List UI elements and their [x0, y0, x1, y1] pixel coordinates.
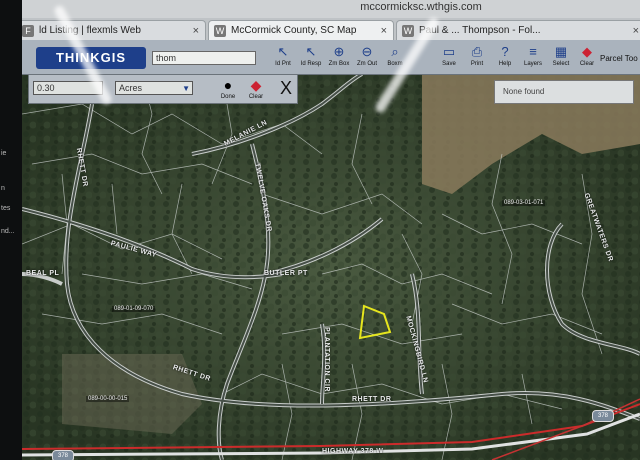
- buffer-clear-button[interactable]: ◆ Clear: [243, 77, 269, 103]
- layers-button[interactable]: ≡ Layers: [520, 44, 546, 72]
- search-input[interactable]: thom: [152, 51, 256, 65]
- w-icon: W: [402, 25, 414, 37]
- zoom-in-icon: ⊕: [333, 44, 345, 59]
- zoom-box-icon: ⌕: [391, 44, 399, 59]
- sidebar-fragment: tes: [1, 205, 11, 212]
- save-icon: ▭: [442, 44, 456, 59]
- parcel-tool-label[interactable]: Parcel Too: [600, 54, 640, 63]
- map-view[interactable]: MELANIE LN RHETT DR PAULIE WAY BEAL PL T…: [22, 72, 640, 460]
- road-label: RHETT DR: [352, 396, 392, 403]
- tab-flexmls[interactable]: F ld Listing | flexmls Web ×: [22, 20, 206, 40]
- zoom-box-button[interactable]: ⊕ Zm Box: [326, 44, 352, 72]
- done-circle-icon: ●: [223, 77, 233, 93]
- aerial-map[interactable]: [22, 72, 640, 460]
- close-icon[interactable]: X: [277, 77, 295, 99]
- close-tab-icon[interactable]: ×: [633, 21, 639, 40]
- road-label: BEAL PL: [26, 270, 60, 277]
- close-tab-icon[interactable]: ×: [381, 21, 387, 40]
- zoom-out-button[interactable]: ⊖ Zm Out: [354, 44, 380, 72]
- pointer-info-icon: ↖: [305, 44, 317, 59]
- flexmls-icon: F: [22, 25, 34, 37]
- parcel-id-label: 089-01-09-070: [112, 306, 156, 312]
- chevron-down-icon: ▼: [182, 84, 190, 93]
- done-button[interactable]: ● Done: [215, 77, 241, 103]
- road-label: PLANTATION CIR: [323, 326, 331, 393]
- parcel-result-box: None found: [494, 80, 634, 104]
- parcel-id-label: 089-00-00-015: [86, 396, 130, 402]
- sidebar-fragment: n: [1, 185, 5, 192]
- w-icon: W: [214, 25, 226, 37]
- eraser-icon: ◆: [582, 44, 592, 59]
- clear-button[interactable]: ◆ Clear: [574, 44, 600, 72]
- eraser-icon: ◆: [250, 77, 262, 93]
- tab-strip: F ld Listing | flexmls Web × W McCormick…: [22, 18, 640, 40]
- id-resp-button[interactable]: ↖ Id Resp: [298, 44, 324, 72]
- select-icon: ▦: [554, 44, 568, 59]
- print-icon: ⎙: [471, 44, 483, 59]
- parcel-id-label: 089-03-01-071: [502, 200, 546, 206]
- address-bar[interactable]: mccormicksc.wthgis.com: [22, 0, 640, 18]
- layers-icon: ≡: [529, 44, 537, 59]
- sidebar-fragment: nd...: [1, 228, 15, 235]
- browser-window: MELANIE LN RHETT DR PAULIE WAY BEAL PL T…: [22, 0, 640, 460]
- buffer-panel: 0.30 Acres ▼ ● Done ◆ Clear X: [28, 74, 298, 104]
- select-button[interactable]: ▦ Select: [548, 44, 574, 72]
- road-label: BUTLER PT: [264, 270, 308, 277]
- tab-mccormick-map[interactable]: W McCormick County, SC Map ×: [208, 20, 394, 40]
- id-point-button[interactable]: ↖ Id Pnt: [270, 44, 296, 72]
- save-button[interactable]: ▭ Save: [436, 44, 462, 72]
- route-shield-icon: 378: [52, 450, 74, 460]
- buffer-unit-select[interactable]: Acres ▼: [115, 81, 193, 95]
- road-label: HIGHWAY 378 W: [322, 448, 384, 455]
- zoom-out-icon: ⊖: [361, 44, 373, 59]
- route-shield-icon: 378: [592, 410, 614, 422]
- help-icon: ?: [501, 44, 509, 59]
- left-app-panel: ie n tes nd...: [0, 0, 22, 460]
- help-button[interactable]: ? Help: [492, 44, 518, 72]
- gis-toolbar: THINKGIS thom ↖ Id Pnt ↖ Id Resp ⊕ Zm Box ⊖…: [22, 40, 640, 75]
- print-button[interactable]: ⎙ Print: [464, 44, 490, 72]
- sidebar-fragment: ie: [1, 150, 7, 157]
- close-tab-icon[interactable]: ×: [193, 21, 199, 40]
- pointer-icon: ↖: [277, 44, 289, 59]
